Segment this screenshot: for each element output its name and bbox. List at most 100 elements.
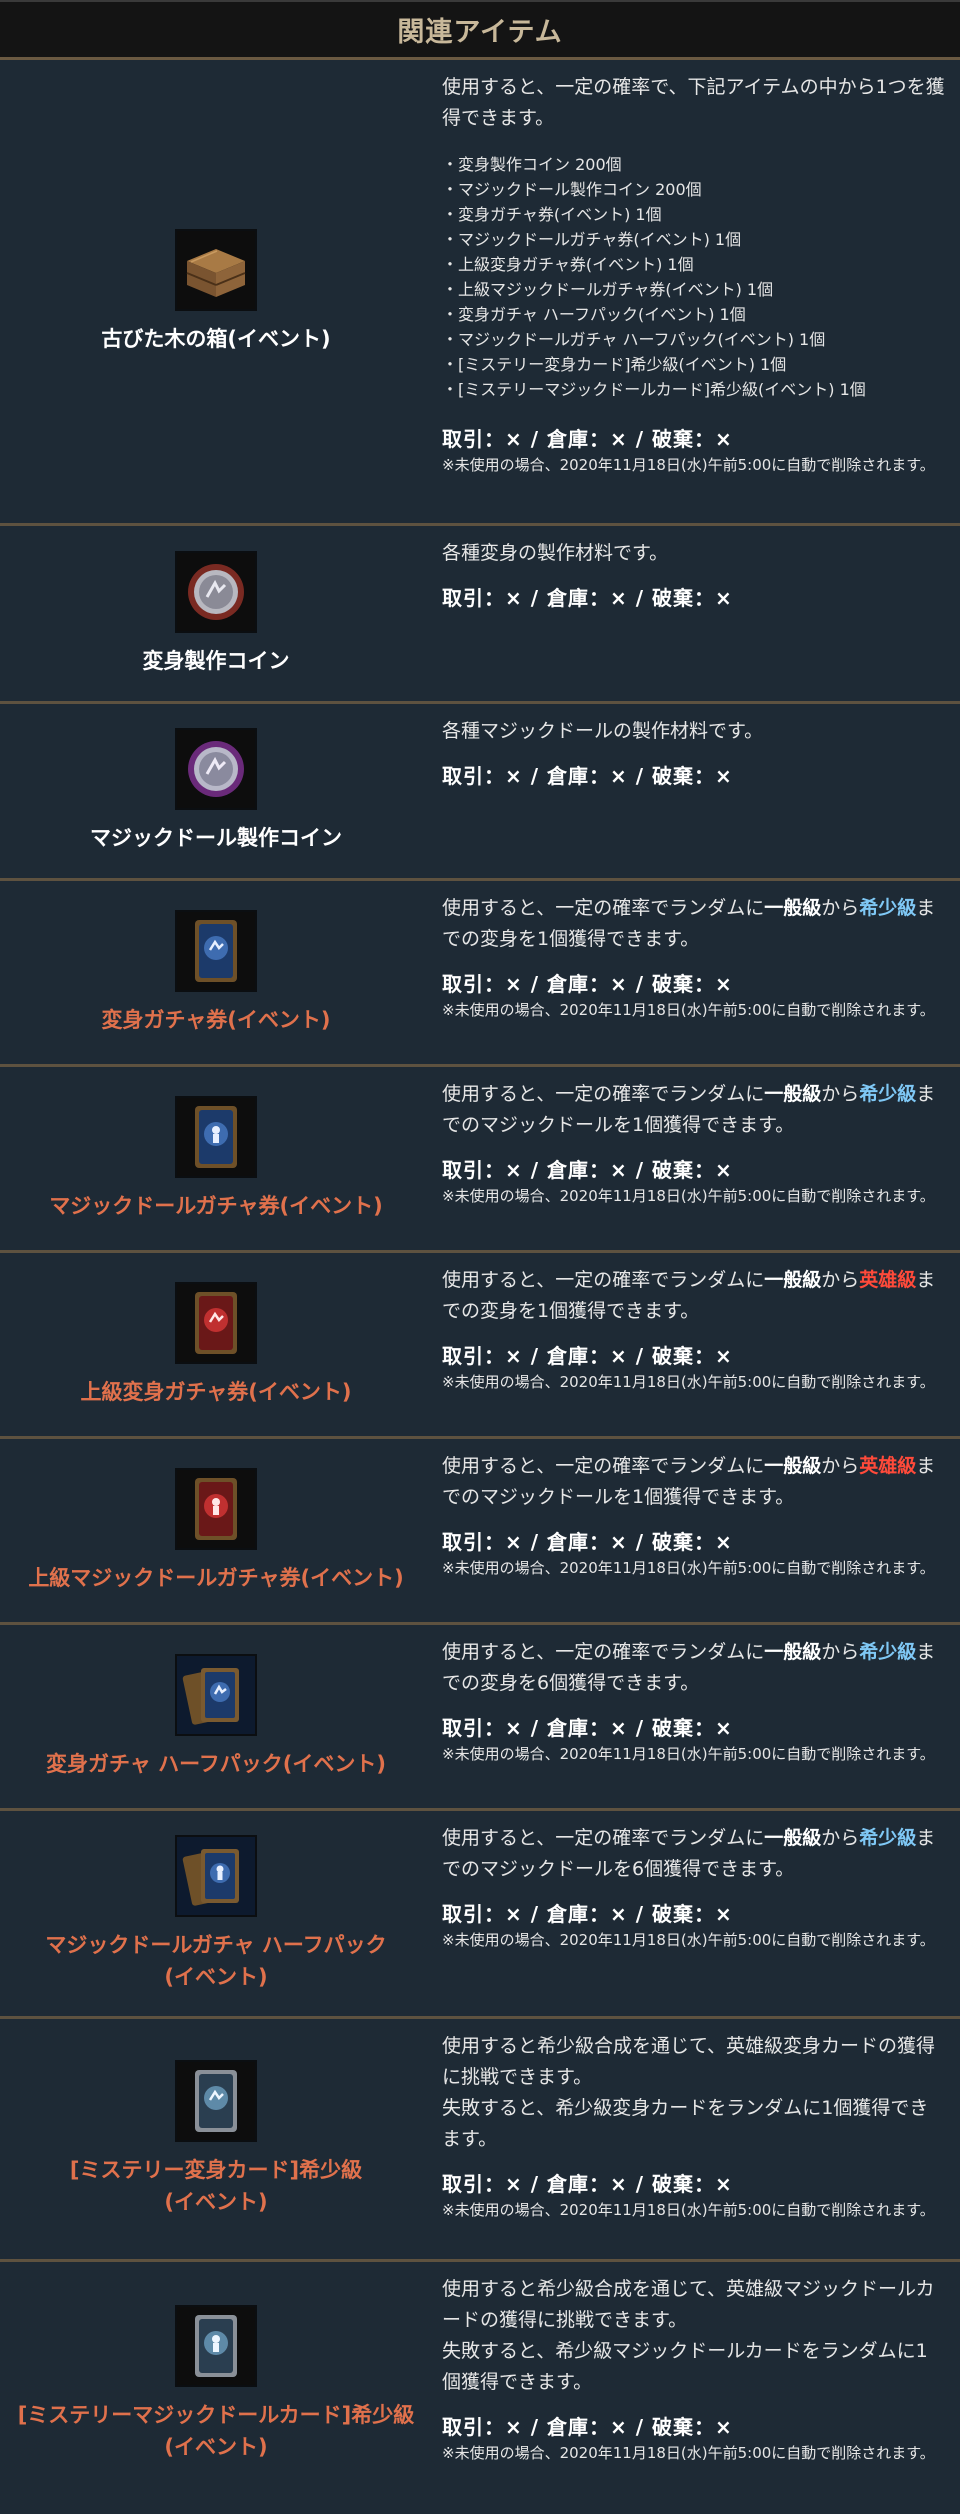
grade-common: 一般級 <box>764 897 822 919</box>
item-row: 古びた木の箱(イベント) 使用すると、一定の確率で、下記アイテムの中から1つを獲… <box>0 60 960 526</box>
item-icon-frame <box>175 728 257 810</box>
desc-text: 使用すると、一定の確率でランダムに <box>442 897 765 919</box>
item-icon-frame <box>175 909 257 992</box>
item-desc-text: 使用すると希少級合成を通じて、英雄級変身カードの獲得に挑戦できます。 <box>442 2035 936 2088</box>
item-cell: マジックドールガチャ券(イベント) <box>0 1067 432 1250</box>
mystery-polymorph-card-icon <box>177 2062 255 2140</box>
grade-rare: 希少級 <box>859 1083 917 1105</box>
item-name: マジックドール製作コイン <box>90 826 342 850</box>
trade-stats: 取引：× / 倉庫：× / 破棄：× <box>442 972 733 996</box>
page: 関連アイテム 古びた木の箱(イベント) 使用すると、一定の確率で、下記アイテムの… <box>0 0 960 2514</box>
grade-hero: 英雄級 <box>859 1455 917 1477</box>
item-desc-text: 使用すると、一定の確率でランダムに一般級から希少級までの変身を1個獲得できます。 <box>442 893 946 955</box>
item-row: マジックドールガチャ券(イベント) 使用すると、一定の確率でランダムに一般級から… <box>0 1067 960 1253</box>
grade-rare: 希少級 <box>859 897 917 919</box>
item-cell: [ミステリー変身カード]希少級 (イベント) <box>0 2019 432 2259</box>
item-desc-text: 使用すると、一定の確率で、下記アイテムの中から1つを獲得できます。 <box>442 76 945 129</box>
section-title: 関連アイテム <box>397 17 563 48</box>
expiry-note: ※未使用の場合、2020年11月18日(水)午前5:00に自動で削除されます。 <box>442 1187 935 1205</box>
mystery-magic-doll-card-icon <box>177 2306 255 2385</box>
item-description: 使用すると希少級合成を通じて、英雄級マジックドールカードの獲得に挑戦できます。 … <box>432 2262 960 2505</box>
wooden-box-icon <box>177 230 255 309</box>
expiry-note: ※未使用の場合、2020年11月18日(水)午前5:00に自動で削除されます。 <box>442 1559 935 1577</box>
item-name: マジックドールガチャ券(イベント) <box>49 1193 383 1218</box>
item-icon-frame <box>175 1467 257 1550</box>
list-item: ・変身ガチャ券(イベント) 1個 <box>442 205 662 224</box>
item-cell: マジックドール製作コイン <box>0 704 432 878</box>
item-row: [ミステリーマジックドールカード]希少級 (イベント) 使用すると希少級合成を通… <box>0 2262 960 2505</box>
item-icon-frame <box>175 2060 257 2142</box>
grade-common: 一般級 <box>764 1083 822 1105</box>
section-header: 関連アイテム <box>0 0 960 60</box>
list-item: ・[ミステリー変身カード]希少級(イベント) 1個 <box>442 355 787 374</box>
item-cell: 上級変身ガチャ券(イベント) <box>0 1253 432 1436</box>
expiry-note: ※未使用の場合、2020年11月18日(水)午前5:00に自動で削除されます。 <box>442 1745 935 1763</box>
expiry-note: ※未使用の場合、2020年11月18日(水)午前5:00に自動で削除されます。 <box>442 2201 935 2219</box>
item-description: 各種変身の製作材料です。 取引：× / 倉庫：× / 破棄：× <box>432 526 960 701</box>
list-item: ・変身ガチャ ハーフパック(イベント) 1個 <box>442 305 746 324</box>
item-description: 使用すると、一定の確率でランダムに一般級から希少級までのマジックドールを6個獲得… <box>432 1811 960 2016</box>
item-icon-frame <box>175 1095 257 1178</box>
item-name: 変身ガチャ券(イベント) <box>101 1007 331 1032</box>
trade-stats: 取引：× / 倉庫：× / 破棄：× <box>442 2415 733 2439</box>
desc-text: から <box>821 1455 860 1477</box>
list-item: ・[ミステリーマジックドールカード]希少級(イベント) 1個 <box>442 380 866 399</box>
item-description: 使用すると、一定の確率で、下記アイテムの中から1つを獲得できます。 ・変身製作コ… <box>432 60 960 523</box>
item-cell: マジックドールガチャ ハーフパック (イベント) <box>0 1811 432 2016</box>
trade-stats: 取引：× / 倉庫：× / 破棄：× <box>442 1530 733 1554</box>
list-item: ・上級マジックドールガチャ券(イベント) 1個 <box>442 280 774 299</box>
item-cell: 変身製作コイン <box>0 526 432 701</box>
grade-hero: 英雄級 <box>859 1269 917 1291</box>
item-cell: 変身ガチャ ハーフパック(イベント) <box>0 1625 432 1808</box>
item-icon-frame <box>175 1834 257 1917</box>
desc-text: から <box>821 1083 860 1105</box>
item-name-line-1: [ミステリーマジックドールカード]希少級 <box>17 2402 415 2427</box>
trade-stats: 取引：× / 倉庫：× / 破棄：× <box>442 764 733 788</box>
item-desc-text: 使用すると、一定の確率でランダムに一般級から希少級までのマジックドールを6個獲得… <box>442 1823 946 1885</box>
trade-stats: 取引：× / 倉庫：× / 破棄：× <box>442 2172 733 2196</box>
desc-text: から <box>821 897 860 919</box>
desc-text: 使用すると、一定の確率でランダムに <box>442 1269 765 1291</box>
item-desc-text: 使用すると、一定の確率でランダムに一般級から希少級までの変身を6個獲得できます。 <box>442 1637 946 1699</box>
item-description: 使用すると、一定の確率でランダムに一般級から希少級までの変身を1個獲得できます。… <box>432 881 960 1064</box>
item-cell: 上級マジックドールガチャ券(イベント) <box>0 1439 432 1622</box>
item-name: 変身ガチャ ハーフパック(イベント) <box>45 1751 387 1776</box>
item-row: [ミステリー変身カード]希少級 (イベント) 使用すると希少級合成を通じて、英雄… <box>0 2019 960 2262</box>
expiry-note: ※未使用の場合、2020年11月18日(水)午前5:00に自動で削除されます。 <box>442 456 935 474</box>
grade-rare: 希少級 <box>859 1827 917 1849</box>
desc-text: から <box>821 1641 860 1663</box>
trade-stats: 取引：× / 倉庫：× / 破棄：× <box>442 427 733 451</box>
grade-common: 一般級 <box>764 1269 822 1291</box>
list-item: ・変身製作コイン 200個 <box>442 155 622 174</box>
magic-doll-halfpack-icon <box>177 1836 255 1915</box>
item-row: マジックドール製作コイン 各種マジックドールの製作材料です。 取引：× / 倉庫… <box>0 704 960 881</box>
item-name-line-2: (イベント) <box>164 2190 268 2214</box>
item-icon-frame <box>175 550 257 633</box>
item-row: マジックドールガチャ ハーフパック (イベント) 使用すると、一定の確率でランダ… <box>0 1811 960 2019</box>
item-desc-text: 使用すると、一定の確率でランダムに一般級から英雄級までのマジックドールを1個獲得… <box>442 1451 946 1513</box>
item-description: 使用すると、一定の確率でランダムに一般級から希少級までのマジックドールを1個獲得… <box>432 1067 960 1250</box>
advanced-magic-doll-ticket-icon <box>177 1469 255 1548</box>
list-item: ・上級変身ガチャ券(イベント) 1個 <box>442 255 694 274</box>
item-icon-frame <box>175 1653 257 1736</box>
grade-common: 一般級 <box>764 1641 822 1663</box>
polymorph-halfpack-icon <box>177 1655 255 1734</box>
item-name: 上級変身ガチャ券(イベント) <box>80 1379 352 1404</box>
item-desc-text: 失敗すると、希少級変身カードをランダムに1個獲得できます。 <box>442 2097 929 2150</box>
item-desc-text: 各種マジックドールの製作材料です。 <box>442 720 764 742</box>
item-name-line-1: [ミステリー変身カード]希少級 <box>69 2158 363 2182</box>
list-item: ・マジックドールガチャ ハーフパック(イベント) 1個 <box>442 330 826 349</box>
polymorph-ticket-icon <box>177 911 255 990</box>
desc-text: 使用すると、一定の確率でランダムに <box>442 1455 765 1477</box>
expiry-note: ※未使用の場合、2020年11月18日(水)午前5:00に自動で削除されます。 <box>442 1001 935 1019</box>
trade-stats: 取引：× / 倉庫：× / 破棄：× <box>442 1158 733 1182</box>
reward-list: ・変身製作コイン 200個 ・マジックドール製作コイン 200個 ・変身ガチャ券… <box>442 152 946 402</box>
list-item: ・マジックドール製作コイン 200個 <box>442 180 702 199</box>
magic-doll-ticket-icon <box>177 1097 255 1176</box>
item-name-line-1: マジックドールガチャ ハーフパック <box>45 1932 387 1957</box>
desc-text: 使用すると、一定の確率でランダムに <box>442 1083 765 1105</box>
grade-common: 一般級 <box>764 1455 822 1477</box>
item-description: 使用すると、一定の確率でランダムに一般級から英雄級までの変身を1個獲得できます。… <box>432 1253 960 1436</box>
item-icon-frame <box>175 228 257 311</box>
grade-rare: 希少級 <box>859 1641 917 1663</box>
